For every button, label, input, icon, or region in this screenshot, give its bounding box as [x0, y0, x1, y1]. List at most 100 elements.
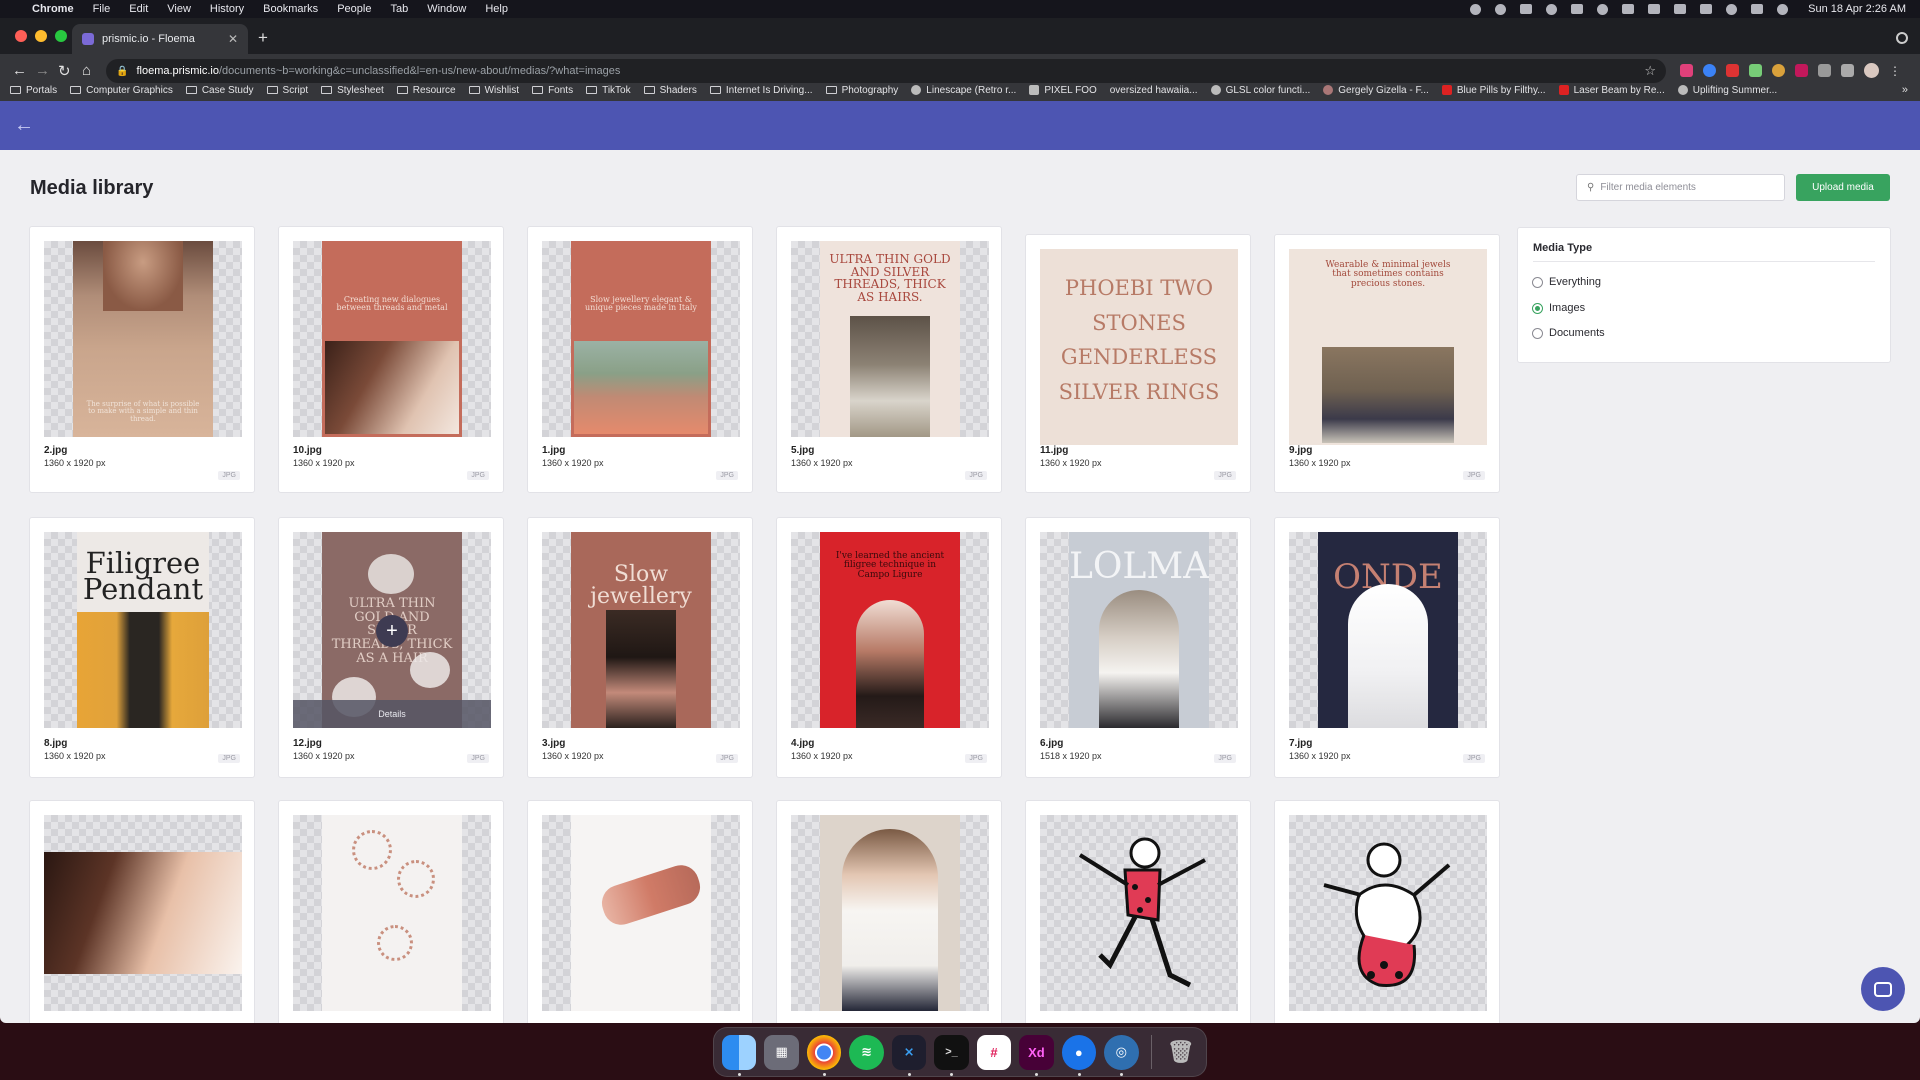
- close-tab-icon[interactable]: ✕: [228, 32, 238, 46]
- menubar-clock[interactable]: Sun 18 Apr 2:26 AM: [1808, 3, 1906, 15]
- forward-icon[interactable]: →: [35, 62, 50, 79]
- menu-bookmarks[interactable]: Bookmarks: [263, 3, 318, 15]
- bookmark-folder[interactable]: Resource: [396, 85, 456, 96]
- bookmark-link[interactable]: Laser Beam by Re...: [1558, 85, 1665, 96]
- radio-everything[interactable]: Everything: [1532, 276, 1601, 288]
- media-card[interactable]: [278, 800, 504, 1023]
- radio-documents[interactable]: Documents: [1532, 327, 1605, 339]
- details-button[interactable]: Details: [293, 700, 491, 728]
- menu-view[interactable]: View: [167, 3, 191, 15]
- bookmark-folder[interactable]: Stylesheet: [321, 85, 384, 96]
- media-card[interactable]: Wearable & minimal jewels that sometimes…: [1274, 234, 1500, 493]
- spotlight-search-icon[interactable]: [1726, 3, 1738, 15]
- slack-icon[interactable]: #: [976, 1034, 1012, 1070]
- profile-avatar[interactable]: [1864, 63, 1879, 78]
- bookmark-link[interactable]: GLSL color functi...: [1210, 85, 1310, 96]
- battery-icon[interactable]: [1648, 4, 1661, 14]
- weather-icon[interactable]: [1520, 4, 1533, 14]
- extension-icon[interactable]: [1749, 64, 1762, 77]
- media-card[interactable]: ONDE 7.jpg 1360 x 1920 px JPG: [1274, 517, 1500, 778]
- media-card[interactable]: The surprise of what is possible to make…: [29, 226, 255, 493]
- chat-support-button[interactable]: [1861, 967, 1905, 1011]
- bookmark-folder[interactable]: Shaders: [643, 85, 697, 96]
- more-bookmarks-icon[interactable]: »: [1902, 84, 1908, 96]
- minimize-window-button[interactable]: [35, 30, 47, 42]
- filter-media-input[interactable]: ⚲ Filter media elements: [1576, 174, 1785, 201]
- menu-history[interactable]: History: [210, 3, 244, 15]
- bookmark-link[interactable]: Linescape (Retro r...: [911, 85, 1016, 96]
- new-tab-button[interactable]: +: [258, 29, 268, 46]
- back-icon[interactable]: ←: [12, 62, 27, 79]
- media-card[interactable]: Creating new dialogues between threads a…: [278, 226, 504, 493]
- record-icon[interactable]: [1470, 3, 1482, 15]
- zoom-window-button[interactable]: [55, 30, 67, 42]
- terminal-icon[interactable]: >_: [934, 1034, 969, 1076]
- upload-media-button[interactable]: Upload media: [1796, 174, 1890, 201]
- tab-search-icon[interactable]: [1896, 32, 1908, 44]
- media-card[interactable]: [29, 800, 255, 1023]
- creative-cloud-icon[interactable]: [1495, 3, 1507, 15]
- chrome-icon[interactable]: [806, 1034, 842, 1076]
- siri-icon[interactable]: [1777, 3, 1789, 15]
- trash-icon[interactable]: 🗑: [1164, 1035, 1198, 1070]
- media-card[interactable]: PHOEBI TWO STONES GENDERLESS SILVER RING…: [1025, 234, 1251, 493]
- media-card[interactable]: [776, 800, 1002, 1023]
- bookmark-folder[interactable]: Case Study: [185, 85, 254, 96]
- wifi-icon[interactable]: [1700, 4, 1713, 14]
- bookmark-folder[interactable]: Photography: [825, 85, 898, 96]
- back-arrow-icon[interactable]: ←: [14, 115, 34, 135]
- extension-icon[interactable]: [1795, 64, 1808, 77]
- radio-button[interactable]: [1532, 276, 1543, 288]
- bookmark-link[interactable]: Uplifting Summer...: [1677, 85, 1777, 96]
- menu-people[interactable]: People: [337, 3, 371, 15]
- menu-window[interactable]: Window: [427, 3, 466, 15]
- radio-images[interactable]: Images: [1532, 302, 1585, 314]
- media-card[interactable]: Slow jewellery 3.jpg 1360 x 1920 px JPG: [527, 517, 753, 778]
- finder-icon[interactable]: [722, 1034, 757, 1076]
- bookmark-folder[interactable]: Portals: [10, 85, 57, 96]
- close-window-button[interactable]: [15, 30, 27, 42]
- kebab-menu-icon[interactable]: ⋮: [1889, 64, 1901, 78]
- battery-monitor-icon[interactable]: [1622, 4, 1635, 14]
- bookmark-folder[interactable]: Computer Graphics: [70, 85, 173, 96]
- bluetooth-icon[interactable]: [1674, 4, 1687, 14]
- media-card[interactable]: [1274, 800, 1500, 1023]
- puzzle-icon[interactable]: [1841, 64, 1854, 77]
- menu-help[interactable]: Help: [485, 3, 508, 15]
- media-card[interactable]: Filigree Pendant 8.jpg 1360 x 1920 px JP…: [29, 517, 255, 778]
- reload-icon[interactable]: ↻: [58, 62, 71, 80]
- extension-icon[interactable]: [1680, 64, 1693, 77]
- lock-icon[interactable]: 🔒: [116, 66, 128, 77]
- menu-app-name[interactable]: Chrome: [32, 3, 74, 15]
- radio-button[interactable]: [1532, 327, 1543, 339]
- menu-file[interactable]: File: [93, 3, 111, 15]
- media-card-hovered[interactable]: ULTRA THIN GOLD AND SILVER THREADS, THIC…: [278, 517, 504, 778]
- media-card[interactable]: I've learned the ancient filigree techni…: [776, 517, 1002, 778]
- bookmark-link[interactable]: oversized hawaiia...: [1110, 85, 1198, 96]
- location-pin-icon[interactable]: ●: [1061, 1034, 1097, 1076]
- extension-icon[interactable]: [1772, 64, 1785, 77]
- bookmark-star-icon[interactable]: ☆: [1644, 63, 1656, 79]
- launchpad-icon[interactable]: ▦: [764, 1034, 799, 1070]
- adobe-xd-icon[interactable]: Xd: [1019, 1034, 1054, 1076]
- add-media-icon[interactable]: +: [376, 615, 408, 647]
- bookmark-folder[interactable]: Wishlist: [468, 85, 519, 96]
- vscode-icon[interactable]: ⨯: [891, 1034, 927, 1076]
- radio-button-selected[interactable]: [1532, 302, 1543, 314]
- bookmark-folder[interactable]: TikTok: [586, 85, 631, 96]
- shield-icon[interactable]: [1818, 64, 1831, 77]
- media-card[interactable]: [527, 800, 753, 1023]
- control-center-icon[interactable]: [1751, 4, 1764, 14]
- extension-icon[interactable]: [1703, 64, 1716, 77]
- media-card[interactable]: [1025, 800, 1251, 1023]
- bookmark-folder[interactable]: Script: [266, 85, 308, 96]
- browser-tab-active[interactable]: prismic.io - Floema ✕: [72, 24, 248, 54]
- cloud-icon[interactable]: [1571, 4, 1584, 14]
- safari-icon[interactable]: ◎: [1104, 1034, 1139, 1076]
- bookmark-link[interactable]: Blue Pills by Filthy...: [1441, 85, 1546, 96]
- menu-edit[interactable]: Edit: [129, 3, 148, 15]
- bookmark-link[interactable]: PIXEL FOO: [1029, 85, 1097, 96]
- bookmark-folder[interactable]: Fonts: [532, 85, 573, 96]
- home-icon[interactable]: ⌂: [82, 62, 91, 79]
- spotify-icon[interactable]: ≋: [849, 1034, 884, 1070]
